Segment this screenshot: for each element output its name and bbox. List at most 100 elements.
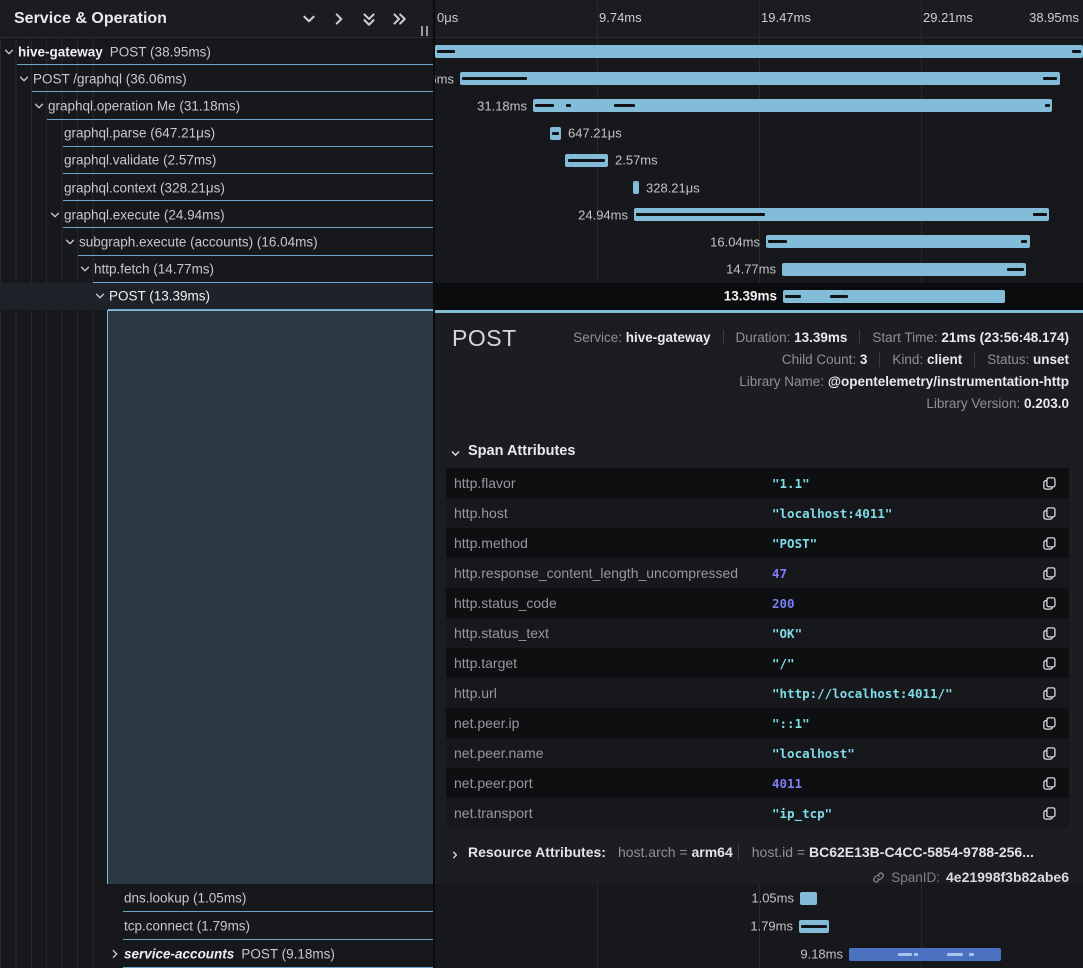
duration-label: 2.57ms bbox=[615, 153, 658, 168]
attribute-row: http.response_content_length_uncompresse… bbox=[446, 558, 1069, 588]
span-bar[interactable] bbox=[783, 290, 1005, 303]
operation-label: POST (13.39ms) bbox=[109, 289, 210, 304]
operation-label: graphql.operation Me (31.18ms) bbox=[48, 98, 240, 113]
self-time-segment bbox=[1007, 268, 1024, 271]
panel-divider[interactable] bbox=[433, 0, 435, 968]
attribute-key: http.flavor bbox=[454, 475, 772, 491]
timeline-row: 24.94ms bbox=[435, 201, 1083, 228]
span-tree-row[interactable]: dns.lookup (1.05ms) bbox=[0, 884, 435, 912]
self-time-segment bbox=[947, 953, 963, 956]
span-bar[interactable] bbox=[460, 72, 1060, 85]
self-time-segment bbox=[636, 213, 765, 216]
span-attributes-section: Span Attributes http.flavor"1.1" http.hos… bbox=[446, 443, 1069, 828]
span-tree-row[interactable]: graphql.parse (647.21μs) bbox=[0, 120, 435, 147]
chevron-down-icon[interactable] bbox=[3, 46, 15, 58]
attribute-row: http.status_text"OK" bbox=[446, 618, 1069, 648]
overview-label: Duration: bbox=[736, 330, 795, 345]
selected-span-detail-spacer bbox=[107, 310, 434, 884]
chevron-right-icon[interactable] bbox=[450, 847, 460, 857]
attribute-value: "POST" bbox=[772, 536, 1042, 551]
axis-tick-label: 29.21ms bbox=[923, 10, 973, 25]
span-bar[interactable] bbox=[766, 235, 1030, 248]
timeline-row: 2.57ms bbox=[435, 147, 1083, 174]
self-time-segment bbox=[1021, 240, 1027, 243]
chevron-down-icon[interactable] bbox=[79, 263, 91, 275]
attribute-key: net.peer.port bbox=[454, 775, 772, 791]
span-bar[interactable] bbox=[435, 45, 1083, 58]
attribute-value: "1.1" bbox=[772, 476, 1042, 491]
operation-label: http.fetch (14.77ms) bbox=[94, 262, 214, 277]
self-time-segment bbox=[898, 953, 912, 956]
copy-button[interactable] bbox=[1042, 566, 1057, 581]
copy-button[interactable] bbox=[1042, 656, 1057, 671]
copy-button[interactable] bbox=[1042, 746, 1057, 761]
chevron-down-icon[interactable] bbox=[94, 290, 106, 302]
span-label: graphql.operation Me (31.18ms) bbox=[48, 98, 240, 113]
overview-value: client bbox=[927, 352, 962, 367]
copy-button[interactable] bbox=[1042, 596, 1057, 611]
resource-attributes-title[interactable]: Resource Attributes: bbox=[468, 844, 606, 860]
span-bar[interactable] bbox=[782, 263, 1026, 276]
copy-button[interactable] bbox=[1042, 806, 1057, 821]
span-bar[interactable] bbox=[533, 99, 1052, 112]
double-chevron-down-icon[interactable] bbox=[361, 11, 377, 27]
copy-button[interactable] bbox=[1042, 506, 1057, 521]
chevron-down-icon[interactable] bbox=[18, 73, 30, 85]
copy-button[interactable] bbox=[1042, 536, 1057, 551]
operation-label: subgraph.execute (accounts) (16.04ms) bbox=[79, 234, 318, 249]
attribute-value: 200 bbox=[772, 596, 1042, 611]
span-tree-row[interactable]: hive-gatewayPOST (38.95ms) bbox=[0, 38, 435, 65]
span-label: POST (13.39ms) bbox=[109, 289, 210, 304]
attribute-row: http.status_code200 bbox=[446, 588, 1069, 618]
span-tree-row[interactable]: service-accountsPOST (9.18ms) bbox=[0, 940, 435, 968]
span-tree-row[interactable]: subgraph.execute (accounts) (16.04ms) bbox=[0, 228, 435, 255]
copy-button[interactable] bbox=[1042, 626, 1057, 641]
chevron-down-icon[interactable] bbox=[33, 100, 45, 112]
resource-attributes-pairs: host.arch = arm64host.id = BC62E13B-C4CC… bbox=[618, 844, 1034, 860]
double-chevron-right-icon[interactable] bbox=[391, 11, 407, 27]
timeline-row: 328.21μs bbox=[435, 174, 1083, 201]
attribute-row: net.peer.port4011 bbox=[446, 768, 1069, 798]
self-time-segment bbox=[785, 295, 801, 298]
resource-key: host.id = bbox=[752, 844, 809, 860]
copy-button[interactable] bbox=[1042, 476, 1057, 491]
span-tree-row[interactable]: POST (13.39ms) bbox=[0, 283, 435, 310]
span-tree-row[interactable]: graphql.context (328.21μs) bbox=[0, 174, 435, 201]
copy-button[interactable] bbox=[1042, 716, 1057, 731]
attribute-value: 47 bbox=[772, 566, 1042, 581]
chevron-down-icon[interactable] bbox=[49, 209, 61, 221]
resource-key: host.arch = bbox=[618, 844, 692, 860]
span-attributes-toggle[interactable]: Span Attributes bbox=[450, 443, 1069, 459]
span-bar[interactable] bbox=[633, 181, 639, 194]
duration-label: 647.21μs bbox=[568, 126, 622, 141]
span-tree-row[interactable]: graphql.execute (24.94ms) bbox=[0, 201, 435, 228]
self-time-segment bbox=[1033, 213, 1047, 216]
timeline-row: 9.18ms bbox=[435, 940, 1083, 968]
span-tree-row[interactable]: POST /graphql (36.06ms) bbox=[0, 65, 435, 92]
span-bar[interactable] bbox=[849, 948, 1001, 961]
chevron-right-icon[interactable] bbox=[331, 11, 347, 27]
overview-item: Duration: 13.39ms bbox=[723, 330, 848, 345]
copy-button[interactable] bbox=[1042, 776, 1057, 791]
span-label: graphql.context (328.21μs) bbox=[64, 180, 225, 195]
overview-item: Library Version: 0.203.0 bbox=[926, 396, 1069, 411]
link-icon[interactable] bbox=[872, 871, 885, 884]
chevron-down-icon[interactable] bbox=[64, 236, 76, 248]
chevron-down-icon[interactable] bbox=[301, 11, 317, 27]
overview-value: 0.203.0 bbox=[1024, 396, 1069, 411]
attribute-value: "localhost:4011" bbox=[772, 506, 1042, 521]
span-tree-row[interactable]: graphql.validate (2.57ms) bbox=[0, 147, 435, 174]
attribute-row: net.peer.ip"::1" bbox=[446, 708, 1069, 738]
copy-button[interactable] bbox=[1042, 686, 1057, 701]
tree-header-toolbar bbox=[301, 11, 407, 27]
span-tree-row[interactable]: tcp.connect (1.79ms) bbox=[0, 912, 435, 940]
attribute-row: http.host"localhost:4011" bbox=[446, 498, 1069, 528]
chevron-right-icon[interactable] bbox=[109, 948, 121, 960]
self-time-segment bbox=[801, 925, 827, 928]
span-tree-row[interactable]: graphql.operation Me (31.18ms) bbox=[0, 92, 435, 119]
span-tree-row[interactable]: http.fetch (14.77ms) bbox=[0, 256, 435, 283]
panel-resize-handle[interactable] bbox=[421, 26, 428, 36]
attribute-key: http.target bbox=[454, 655, 772, 671]
attribute-row: net.peer.name"localhost" bbox=[446, 738, 1069, 768]
span-bar[interactable] bbox=[800, 892, 817, 905]
